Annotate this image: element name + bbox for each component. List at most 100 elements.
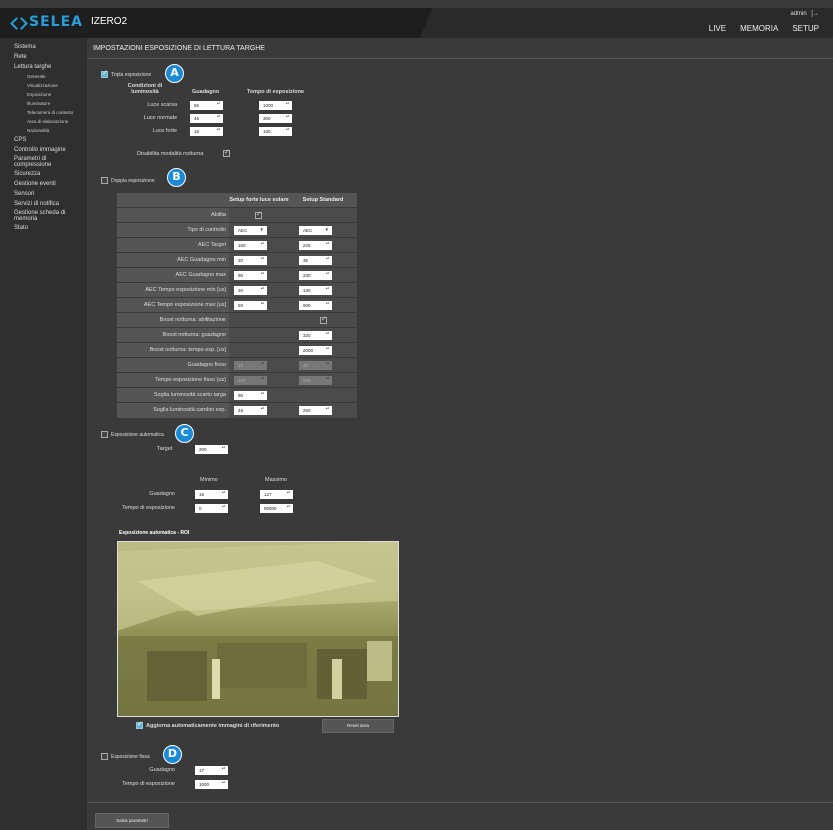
auto-min-input[interactable]: 0 bbox=[195, 504, 228, 513]
sidebar-item[interactable]: Stato bbox=[0, 223, 87, 233]
sidebar-item[interactable]: Sistema bbox=[0, 42, 87, 52]
triple-row-label: Luce scarsa bbox=[147, 102, 177, 108]
table-row: AEC Target 160 225 bbox=[117, 237, 357, 253]
sidebar-item[interactable]: Controllo immagine bbox=[0, 145, 87, 155]
table-cell-sun bbox=[229, 328, 289, 343]
roi-image[interactable] bbox=[117, 541, 399, 717]
value-input[interactable]: 90 bbox=[234, 391, 267, 400]
sidebar-item[interactable]: Gestione eventi bbox=[0, 179, 87, 189]
triple-gain-input[interactable]: 16 bbox=[190, 127, 223, 136]
auto-exposure-label: Esposizione automatica bbox=[111, 432, 164, 438]
sidebar-item[interactable]: Illuminatore bbox=[0, 99, 87, 108]
table-cell-sun: AEC bbox=[229, 223, 289, 238]
value-input[interactable]: 100 bbox=[234, 376, 267, 385]
table-row-label: Boost notturna: tempo exp. [us] bbox=[117, 343, 229, 358]
logout-icon[interactable]: [→ bbox=[811, 11, 819, 17]
fixed-value-input[interactable]: 1000 bbox=[195, 780, 228, 789]
sidebar-item[interactable]: CPS bbox=[0, 135, 87, 145]
auto-max-input[interactable]: 50000 bbox=[260, 504, 293, 513]
table-row: Boost notturna: tempo exp. [us] 2000 bbox=[117, 342, 357, 358]
nav-memoria[interactable]: MEMORIA bbox=[740, 24, 778, 33]
table-cell-std: 230 bbox=[289, 268, 357, 283]
value-input[interactable]: 250 bbox=[299, 406, 332, 415]
value-input[interactable]: 225 bbox=[299, 241, 332, 250]
fixed-exposure-checkbox[interactable] bbox=[101, 753, 108, 760]
triple-gain-input[interactable]: 55 bbox=[190, 101, 223, 110]
value-input[interactable]: 230 bbox=[299, 271, 332, 280]
sidebar-item[interactable]: Area di elaborazione bbox=[0, 117, 87, 126]
sidebar-item[interactable]: Servizi di notifica bbox=[0, 199, 87, 209]
fixed-value-input[interactable]: 17 bbox=[195, 766, 228, 775]
value-input[interactable]: 2000 bbox=[299, 346, 332, 355]
value-input[interactable]: 20 bbox=[234, 256, 267, 265]
page-title: IMPOSTAZIONI ESPOSIZIONE DI LETTURA TARG… bbox=[93, 45, 265, 52]
value-input[interactable]: 35 bbox=[299, 256, 332, 265]
value-input[interactable]: 160 bbox=[234, 241, 267, 250]
value-input[interactable]: 48 bbox=[234, 406, 267, 415]
table-cell-std bbox=[289, 388, 357, 403]
enable-checkbox[interactable] bbox=[320, 315, 327, 324]
table-row: Boost notturna: abilitazione bbox=[117, 312, 357, 328]
sidebar-item[interactable]: Lettura targhe bbox=[0, 62, 87, 72]
table-row-label: AEC Tempo esposizione min [us] bbox=[117, 283, 229, 298]
sidebar-item[interactable]: Sensori bbox=[0, 189, 87, 199]
save-button[interactable]: Salva parametri bbox=[95, 813, 169, 828]
value-input[interactable]: 130 bbox=[299, 286, 332, 295]
value-input[interactable]: 900 bbox=[299, 301, 332, 310]
value-input[interactable]: 30 bbox=[234, 286, 267, 295]
auto-min-input[interactable]: 16 bbox=[195, 490, 228, 499]
target-input[interactable]: 200 bbox=[195, 445, 228, 454]
sidebar-item[interactable]: Sicurezza bbox=[0, 169, 87, 179]
triple-exposure-input[interactable]: 300 bbox=[259, 114, 292, 123]
triple-gain-input[interactable]: 46 bbox=[190, 114, 223, 123]
enable-checkbox[interactable] bbox=[255, 210, 262, 219]
user-name[interactable]: admin bbox=[790, 11, 806, 17]
app-root: SELEA IZERO2 admin [→ LIVE MEMORIA SETUP… bbox=[0, 0, 833, 830]
table-row-label: AEC Tempo esposizione max [us] bbox=[117, 298, 229, 313]
col-gain-header: Guadagno bbox=[192, 89, 220, 95]
value-input[interactable]: 800 bbox=[299, 376, 332, 385]
top-nav: LIVE MEMORIA SETUP bbox=[709, 24, 819, 33]
auto-update-checkbox[interactable] bbox=[136, 720, 143, 729]
control-type-select[interactable]: AEC bbox=[234, 226, 267, 235]
sidebar-item[interactable]: Visualizzazione bbox=[0, 81, 87, 90]
triple-exposure-input[interactable]: 1000 bbox=[259, 101, 292, 110]
value-input[interactable]: 16 bbox=[234, 361, 267, 370]
fixed-exposure-label: Esposizione fissa bbox=[111, 754, 150, 760]
sidebar-item[interactable]: Gestione scheda di memoria bbox=[0, 209, 80, 223]
sidebar-item[interactable]: Rete bbox=[0, 52, 87, 62]
sidebar-item[interactable]: Nazionalità bbox=[0, 126, 87, 135]
roi-selection[interactable] bbox=[117, 541, 399, 717]
value-input[interactable]: 320 bbox=[299, 331, 332, 340]
disable-night-checkbox[interactable] bbox=[223, 148, 230, 157]
double-exposure-checkbox[interactable] bbox=[101, 177, 108, 184]
sidebar-item[interactable]: Parametri di compressione bbox=[0, 155, 80, 169]
value-input[interactable]: 40 bbox=[299, 361, 332, 370]
table-row: AEC Guadagno min 20 35 bbox=[117, 252, 357, 268]
triple-exposure-checkbox[interactable] bbox=[101, 69, 108, 78]
sidebar-item[interactable]: Generale bbox=[0, 72, 87, 81]
table-row-label: AEC Target bbox=[117, 238, 229, 253]
triple-exposure-input[interactable]: 100 bbox=[259, 127, 292, 136]
auto-max-input[interactable]: 127 bbox=[260, 490, 293, 499]
table-cell-std bbox=[289, 208, 357, 223]
col-max-header: Massimo bbox=[265, 477, 288, 483]
auto-exposure-checkbox[interactable] bbox=[101, 431, 108, 438]
reset-area-button[interactable]: Reset area bbox=[322, 719, 394, 733]
sidebar-item[interactable]: Telecamera di contesto bbox=[0, 108, 87, 117]
table-row: Guadagno fisso 16 40 bbox=[117, 357, 357, 373]
value-input[interactable]: 50 bbox=[234, 301, 267, 310]
table-row-label: Boost notturna: guadagno bbox=[117, 328, 229, 343]
fixed-row-label: Guadagno bbox=[149, 767, 175, 773]
top-bar: SELEA IZERO2 admin [→ LIVE MEMORIA SETUP bbox=[0, 8, 833, 38]
col-sun-header: Setup forte luce solare bbox=[229, 193, 289, 207]
sidebar-item[interactable]: Esposizione bbox=[0, 90, 87, 99]
value-input[interactable]: 90 bbox=[234, 271, 267, 280]
col-std-header: Setup Standard bbox=[289, 193, 357, 207]
control-type-select[interactable]: AEC bbox=[299, 226, 332, 235]
table-cell-sun bbox=[229, 208, 289, 223]
table-cell-std: 35 bbox=[289, 253, 357, 268]
nav-setup[interactable]: SETUP bbox=[792, 24, 819, 33]
nav-live[interactable]: LIVE bbox=[709, 24, 726, 33]
table-row: Boost notturna: guadagno 320 bbox=[117, 327, 357, 343]
